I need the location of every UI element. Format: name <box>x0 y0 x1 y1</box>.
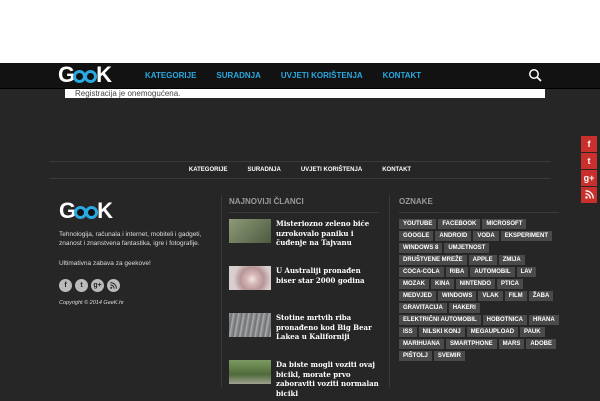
rss-icon[interactable] <box>581 187 597 203</box>
twitter-icon[interactable]: t <box>75 279 88 292</box>
site-tagline: Ultimativna zabava za geekove! <box>59 260 151 267</box>
article-thumbnail[interactable] <box>229 313 271 337</box>
latest-articles-title: NAJNOVIJI ČLANCI <box>229 196 379 213</box>
registration-notice: Registracija je onemogućena. <box>65 89 545 98</box>
top-banner-area <box>0 0 600 63</box>
tag-item[interactable]: NINTENDO <box>455 279 496 289</box>
article-title[interactable]: Stotine mrtvih riba pronađeno kod Big Be… <box>276 313 379 354</box>
tag-item[interactable]: ANDROID <box>435 231 472 241</box>
footer-social: f t g+ <box>59 279 214 292</box>
nav-uvjeti[interactable]: UVJETI KORIŠTENJA <box>271 63 373 88</box>
article-title[interactable]: Misteriozno zeleno biće uzrokovalo panik… <box>276 219 379 260</box>
tag-item[interactable]: YOUTUBE <box>399 219 437 229</box>
article-thumbnail[interactable] <box>229 266 271 290</box>
footer-nav-uvjeti[interactable]: UVJETI KORIŠTENJA <box>291 162 372 178</box>
about-column: GK Tehnologija, računala i internet, mob… <box>59 200 214 306</box>
tag-item[interactable]: UMJETNOST <box>444 243 490 253</box>
tag-item[interactable]: VODA <box>473 231 499 241</box>
site-description: Tehnologija, računala i internet, mobite… <box>59 231 202 247</box>
tag-item[interactable]: GRAVITACIJA <box>399 303 447 313</box>
search-icon[interactable] <box>528 68 543 83</box>
tag-cloud: YOUTUBE FACEBOOK MICROSOFT GOOGLE ANDROID VOD… <box>399 219 559 361</box>
tag-item[interactable]: ZMIJA <box>498 255 525 265</box>
footer-logo[interactable]: GK <box>59 200 214 222</box>
tag-item[interactable]: VLAK <box>478 291 503 301</box>
tag-item[interactable]: DRUŠTVENE MREŽE <box>399 255 467 265</box>
tag-item[interactable]: COCA-COLA <box>399 267 444 277</box>
article-item[interactable]: Da biste mogli voziti ovaj bicikl, morat… <box>229 360 379 401</box>
site-logo[interactable]: GK <box>58 64 112 86</box>
tag-item[interactable]: SMARTPHONE <box>446 339 497 349</box>
tag-item[interactable]: AUTOMOBIL <box>470 267 515 277</box>
tag-item[interactable]: MOZAK <box>399 279 429 289</box>
article-thumbnail[interactable] <box>229 360 271 384</box>
article-thumbnail[interactable] <box>229 219 271 243</box>
tag-item[interactable]: FACEBOOK <box>438 219 481 229</box>
tag-item[interactable]: ADOBE <box>526 339 557 349</box>
tag-item[interactable]: HRANA <box>529 315 559 325</box>
tag-item[interactable]: MEDVJED <box>399 291 437 301</box>
article-item[interactable]: U Australiji pronađen biser star 2000 go… <box>229 266 379 307</box>
tag-item[interactable]: ELEKTRIČNI AUTOMOBIL <box>399 315 481 325</box>
column-divider <box>389 195 390 387</box>
tag-item[interactable]: ISS <box>399 327 417 337</box>
main-nav: KATEGORIJE SURADNJA UVJETI KORIŠTENJA KO… <box>135 63 431 88</box>
tag-item[interactable]: NILSKI KONJ <box>418 327 465 337</box>
tags-column: OZNAKE YOUTUBE FACEBOOK MICROSOFT GOOGLE AND… <box>399 196 559 361</box>
nav-suradnja[interactable]: SURADNJA <box>206 63 270 88</box>
nav-kontakt[interactable]: KONTAKT <box>373 63 432 88</box>
tag-item[interactable]: PTICA <box>497 279 524 289</box>
tag-item[interactable]: PIŠTOLJ <box>399 351 432 361</box>
article-item[interactable]: Misteriozno zeleno biće uzrokovalo panik… <box>229 219 379 260</box>
tag-item[interactable]: RIBA <box>445 267 469 277</box>
tag-item[interactable]: HOBOTNICA <box>482 315 528 325</box>
tag-item[interactable]: MARIHUANA <box>399 339 444 349</box>
google-plus-icon[interactable]: g+ <box>91 279 104 292</box>
tag-item[interactable]: APPLE <box>468 255 497 265</box>
tag-item[interactable]: EKSPERIMENT <box>500 231 553 241</box>
footer-nav-suradnja[interactable]: SURADNJA <box>237 162 290 178</box>
tag-item[interactable]: SVEMIR <box>433 351 465 361</box>
tag-item[interactable]: LAV <box>516 267 537 277</box>
nav-kategorije[interactable]: KATEGORIJE <box>135 63 206 88</box>
facebook-icon[interactable]: f <box>581 136 597 152</box>
tag-item[interactable]: MARS <box>498 339 525 349</box>
copyright: Copyright © 2014 GeeK.hr <box>59 300 124 306</box>
tags-title: OZNAKE <box>399 196 559 213</box>
latest-articles-column: NAJNOVIJI ČLANCI Misteriozno zeleno biće… <box>229 196 379 401</box>
tag-item[interactable]: HAKERI <box>448 303 480 313</box>
tag-item[interactable]: KINA <box>431 279 454 289</box>
column-divider <box>221 195 222 387</box>
tag-item[interactable]: WINDOWS <box>438 291 477 301</box>
tag-item[interactable]: GOOGLE <box>399 231 434 241</box>
article-title[interactable]: U Australiji pronađen biser star 2000 go… <box>276 266 379 307</box>
tag-item[interactable]: ŽABA <box>528 291 554 301</box>
facebook-icon[interactable]: f <box>59 279 72 292</box>
tag-item[interactable]: PAUK <box>520 327 545 337</box>
footer-nav: KATEGORIJE SURADNJA UVJETI KORIŠTENJA KO… <box>0 162 600 178</box>
rss-icon[interactable] <box>107 279 120 292</box>
tag-item[interactable]: MICROSOFT <box>482 219 527 229</box>
footer-nav-kontakt[interactable]: KONTAKT <box>372 162 421 178</box>
article-item[interactable]: Stotine mrtvih riba pronađeno kod Big Be… <box>229 313 379 354</box>
footer-nav-kategorije[interactable]: KATEGORIJE <box>179 162 238 178</box>
tag-item[interactable]: WINDOWS 8 <box>399 243 443 253</box>
divider <box>50 178 550 179</box>
article-title[interactable]: Da biste mogli voziti ovaj bicikl, morat… <box>276 360 379 401</box>
tag-item[interactable]: MEGAUPLOAD <box>466 327 519 337</box>
tag-item[interactable]: FILM <box>504 291 527 301</box>
